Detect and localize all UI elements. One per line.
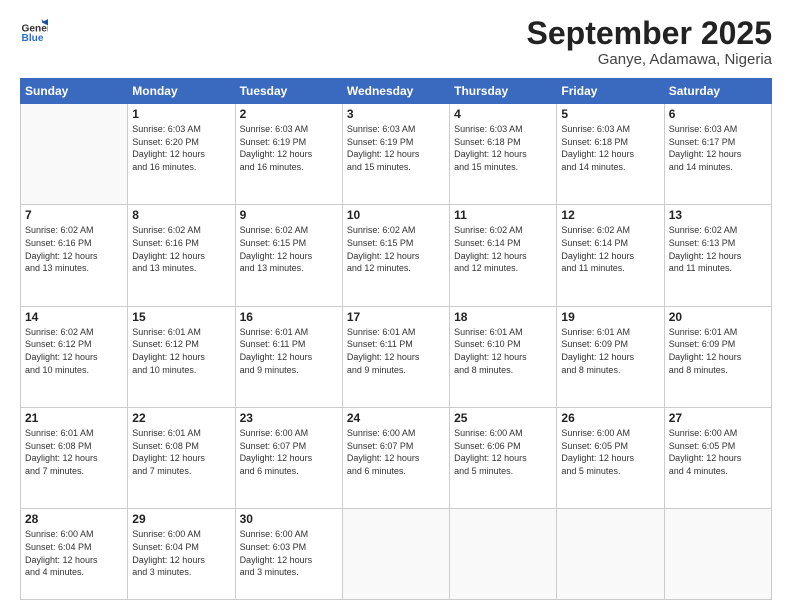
logo: General Blue — [20, 16, 48, 44]
table-row: 26Sunrise: 6:00 AM Sunset: 6:05 PM Dayli… — [557, 408, 664, 509]
table-row: 13Sunrise: 6:02 AM Sunset: 6:13 PM Dayli… — [664, 205, 771, 306]
table-row: 11Sunrise: 6:02 AM Sunset: 6:14 PM Dayli… — [450, 205, 557, 306]
table-row: 21Sunrise: 6:01 AM Sunset: 6:08 PM Dayli… — [21, 408, 128, 509]
table-row: 20Sunrise: 6:01 AM Sunset: 6:09 PM Dayli… — [664, 306, 771, 407]
table-row — [450, 509, 557, 600]
header-row: Sunday Monday Tuesday Wednesday Thursday… — [21, 79, 772, 104]
title-month: September 2025 — [527, 16, 772, 51]
table-row: 2Sunrise: 6:03 AM Sunset: 6:19 PM Daylig… — [235, 104, 342, 205]
table-row: 23Sunrise: 6:00 AM Sunset: 6:07 PM Dayli… — [235, 408, 342, 509]
table-row — [664, 509, 771, 600]
table-row: 14Sunrise: 6:02 AM Sunset: 6:12 PM Dayli… — [21, 306, 128, 407]
table-row: 16Sunrise: 6:01 AM Sunset: 6:11 PM Dayli… — [235, 306, 342, 407]
title-location: Ganye, Adamawa, Nigeria — [527, 51, 772, 68]
table-row: 8Sunrise: 6:02 AM Sunset: 6:16 PM Daylig… — [128, 205, 235, 306]
table-row: 28Sunrise: 6:00 AM Sunset: 6:04 PM Dayli… — [21, 509, 128, 600]
col-wednesday: Wednesday — [342, 79, 449, 104]
table-row — [342, 509, 449, 600]
col-saturday: Saturday — [664, 79, 771, 104]
table-row — [557, 509, 664, 600]
table-row: 12Sunrise: 6:02 AM Sunset: 6:14 PM Dayli… — [557, 205, 664, 306]
table-row: 6Sunrise: 6:03 AM Sunset: 6:17 PM Daylig… — [664, 104, 771, 205]
table-row: 29Sunrise: 6:00 AM Sunset: 6:04 PM Dayli… — [128, 509, 235, 600]
table-row: 4Sunrise: 6:03 AM Sunset: 6:18 PM Daylig… — [450, 104, 557, 205]
table-row: 24Sunrise: 6:00 AM Sunset: 6:07 PM Dayli… — [342, 408, 449, 509]
table-row: 18Sunrise: 6:01 AM Sunset: 6:10 PM Dayli… — [450, 306, 557, 407]
table-row: 17Sunrise: 6:01 AM Sunset: 6:11 PM Dayli… — [342, 306, 449, 407]
table-row — [21, 104, 128, 205]
table-row: 25Sunrise: 6:00 AM Sunset: 6:06 PM Dayli… — [450, 408, 557, 509]
col-sunday: Sunday — [21, 79, 128, 104]
col-tuesday: Tuesday — [235, 79, 342, 104]
svg-text:Blue: Blue — [22, 33, 44, 44]
table-row: 9Sunrise: 6:02 AM Sunset: 6:15 PM Daylig… — [235, 205, 342, 306]
col-monday: Monday — [128, 79, 235, 104]
table-row: 5Sunrise: 6:03 AM Sunset: 6:18 PM Daylig… — [557, 104, 664, 205]
col-thursday: Thursday — [450, 79, 557, 104]
table-row: 19Sunrise: 6:01 AM Sunset: 6:09 PM Dayli… — [557, 306, 664, 407]
page: General Blue September 2025 Ganye, Adama… — [0, 0, 792, 612]
calendar-table: Sunday Monday Tuesday Wednesday Thursday… — [20, 78, 772, 600]
title-block: September 2025 Ganye, Adamawa, Nigeria — [527, 16, 772, 68]
table-row: 27Sunrise: 6:00 AM Sunset: 6:05 PM Dayli… — [664, 408, 771, 509]
table-row: 15Sunrise: 6:01 AM Sunset: 6:12 PM Dayli… — [128, 306, 235, 407]
logo-icon: General Blue — [20, 16, 48, 44]
table-row: 1Sunrise: 6:03 AM Sunset: 6:20 PM Daylig… — [128, 104, 235, 205]
col-friday: Friday — [557, 79, 664, 104]
header: General Blue September 2025 Ganye, Adama… — [20, 16, 772, 68]
table-row: 7Sunrise: 6:02 AM Sunset: 6:16 PM Daylig… — [21, 205, 128, 306]
table-row: 22Sunrise: 6:01 AM Sunset: 6:08 PM Dayli… — [128, 408, 235, 509]
table-row: 10Sunrise: 6:02 AM Sunset: 6:15 PM Dayli… — [342, 205, 449, 306]
table-row: 3Sunrise: 6:03 AM Sunset: 6:19 PM Daylig… — [342, 104, 449, 205]
table-row: 30Sunrise: 6:00 AM Sunset: 6:03 PM Dayli… — [235, 509, 342, 600]
